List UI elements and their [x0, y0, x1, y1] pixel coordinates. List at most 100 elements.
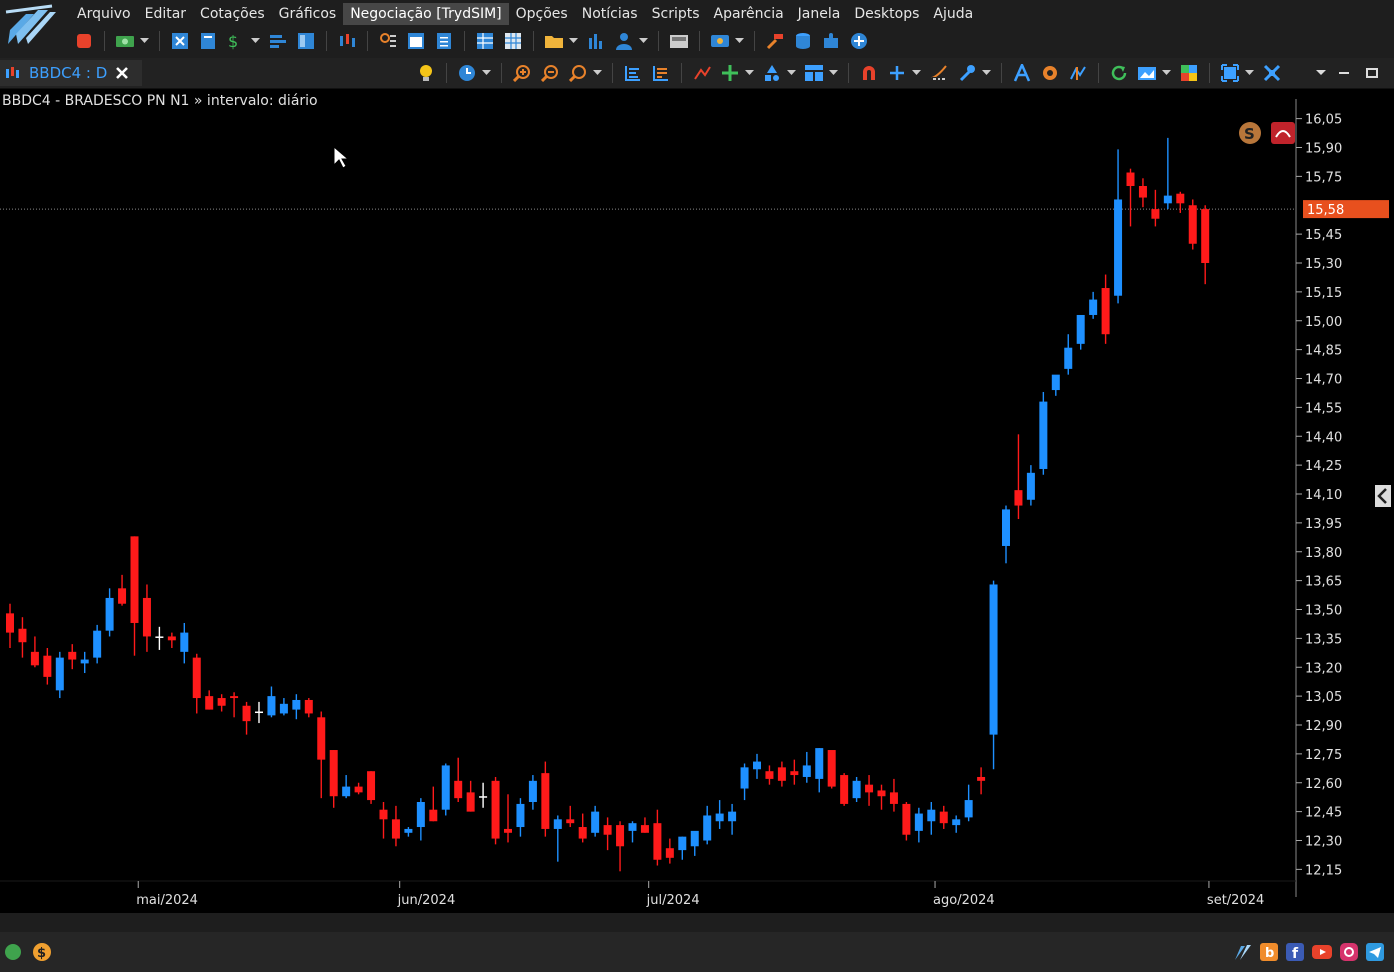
template-icon[interactable] — [803, 62, 825, 84]
spreadsheet-icon[interactable] — [502, 30, 524, 52]
tryd-logo — [4, 4, 56, 48]
zoom-in-icon[interactable] — [511, 62, 533, 84]
table-icon[interactable] — [474, 30, 496, 52]
chevron-down-icon[interactable] — [981, 62, 991, 84]
y-tick-label: 12,15 — [1305, 863, 1342, 878]
candle-body — [902, 803, 911, 835]
folder-icon[interactable] — [543, 30, 565, 52]
y-tick-label: 13,65 — [1305, 575, 1342, 590]
grid-quote-icon[interactable] — [169, 30, 191, 52]
menu-negociacao[interactable]: Negociação [TrydSIM] — [343, 2, 509, 25]
studies-icon[interactable] — [650, 62, 672, 84]
menu-noticias[interactable]: Notícias — [575, 3, 645, 25]
x-tick-label: mai/2024 — [136, 893, 198, 908]
telegram-icon[interactable] — [1365, 942, 1385, 962]
minimize-icon[interactable] — [1333, 62, 1355, 84]
menu-ajuda[interactable]: Ajuda — [926, 3, 980, 25]
book-icon[interactable] — [197, 30, 219, 52]
puzzle-icon[interactable] — [820, 30, 842, 52]
simulator-coin-icon[interactable]: $ — [32, 942, 52, 962]
money-icon[interactable] — [114, 30, 136, 52]
blog-icon[interactable]: b — [1259, 942, 1279, 962]
candle-body — [80, 659, 89, 664]
window-icon[interactable] — [405, 30, 427, 52]
gear-icon[interactable] — [1039, 62, 1061, 84]
line-tool-icon[interactable] — [691, 62, 713, 84]
youtube-icon[interactable] — [1311, 942, 1333, 962]
candlestick-chart[interactable]: 16,05 15,90 15,75 15,45 15,30 15,15 15,00 14,85… — [0, 89, 1394, 913]
x-tick-label: jul/2024 — [646, 893, 700, 908]
refresh-icon[interactable] — [1108, 62, 1130, 84]
color-scheme-icon[interactable] — [1178, 62, 1200, 84]
add-indicator-icon[interactable] — [886, 62, 908, 84]
lightbulb-icon[interactable] — [415, 62, 437, 84]
fit-screen-icon[interactable] — [1219, 62, 1241, 84]
database-icon[interactable] — [792, 30, 814, 52]
currency-icon-glyph: S — [1244, 125, 1255, 143]
close-icon[interactable] — [115, 66, 129, 80]
chevron-down-icon[interactable] — [1161, 62, 1171, 84]
wrench-icon[interactable] — [956, 62, 978, 84]
strategy-icon[interactable] — [1067, 62, 1089, 84]
shapes-icon[interactable] — [761, 62, 783, 84]
settings-globe-icon[interactable] — [848, 30, 870, 52]
link-windows-icon[interactable] — [1261, 62, 1283, 84]
menu-desktops[interactable]: Desktops — [847, 3, 926, 25]
text-tool-icon[interactable] — [1011, 62, 1033, 84]
maximize-icon[interactable] — [1361, 62, 1383, 84]
clock-icon[interactable] — [456, 62, 478, 84]
bar-chart-icon[interactable] — [585, 30, 607, 52]
crosshair-icon[interactable] — [719, 62, 741, 84]
chevron-down-icon[interactable] — [250, 30, 260, 52]
tab-bbdc4[interactable]: BBDC4 : D — [0, 60, 142, 86]
search-list-icon[interactable] — [377, 30, 399, 52]
menu-graficos[interactable]: Gráficos — [272, 3, 344, 25]
bars-icon[interactable] — [267, 30, 289, 52]
candle-body — [217, 698, 226, 706]
alert-icon — [1271, 122, 1295, 144]
image-export-icon[interactable] — [1136, 62, 1158, 84]
instagram-icon[interactable] — [1339, 942, 1359, 962]
chevron-down-icon[interactable] — [481, 62, 491, 84]
hammer-icon[interactable] — [764, 30, 786, 52]
menu-cotacoes[interactable]: Cotações — [193, 3, 272, 25]
layout-icon[interactable] — [295, 30, 317, 52]
zoom-icon[interactable] — [567, 62, 589, 84]
chevron-down-icon[interactable] — [786, 62, 796, 84]
chevron-down-icon[interactable] — [744, 62, 754, 84]
candles-icon[interactable] — [336, 30, 358, 52]
chevron-down-icon[interactable] — [911, 62, 921, 84]
facebook-icon[interactable]: f — [1285, 942, 1305, 962]
chevron-down-icon[interactable] — [828, 62, 838, 84]
stop-icon[interactable] — [73, 30, 95, 52]
candle-body — [304, 699, 313, 714]
zoom-out-icon[interactable] — [539, 62, 561, 84]
menu-janela[interactable]: Janela — [791, 3, 848, 25]
chevron-down-icon[interactable] — [734, 30, 744, 52]
chart-area[interactable]: 16,05 15,90 15,75 15,45 15,30 15,15 15,00 14,85… — [0, 89, 1394, 913]
menu-arquivo[interactable]: Arquivo — [70, 3, 138, 25]
candle-body — [391, 819, 400, 839]
candle-body — [167, 636, 176, 641]
log-scale-icon[interactable] — [928, 62, 950, 84]
chevron-down-icon[interactable] — [638, 30, 648, 52]
chevron-down-icon[interactable] — [1316, 62, 1326, 84]
newspaper-icon[interactable] — [668, 30, 690, 52]
menu-scripts[interactable]: Scripts — [645, 3, 707, 25]
magnet-icon[interactable] — [858, 62, 880, 84]
user-icon[interactable] — [613, 30, 635, 52]
chevron-down-icon[interactable] — [1244, 62, 1254, 84]
document-icon[interactable] — [433, 30, 455, 52]
chevron-down-icon[interactable] — [568, 30, 578, 52]
dollar-chart-icon[interactable]: $ — [225, 30, 247, 52]
indicators-icon[interactable] — [622, 62, 644, 84]
tryd-link-icon[interactable] — [1233, 942, 1253, 962]
menu-opcoes[interactable]: Opções — [509, 3, 575, 25]
chevron-down-icon[interactable] — [139, 30, 149, 52]
candle-body — [964, 800, 973, 818]
scripts-icon[interactable] — [709, 30, 731, 52]
menu-aparencia[interactable]: Aparência — [707, 3, 791, 25]
toolbar-separator — [446, 63, 447, 83]
chevron-down-icon[interactable] — [592, 62, 602, 84]
menu-editar[interactable]: Editar — [138, 3, 193, 25]
